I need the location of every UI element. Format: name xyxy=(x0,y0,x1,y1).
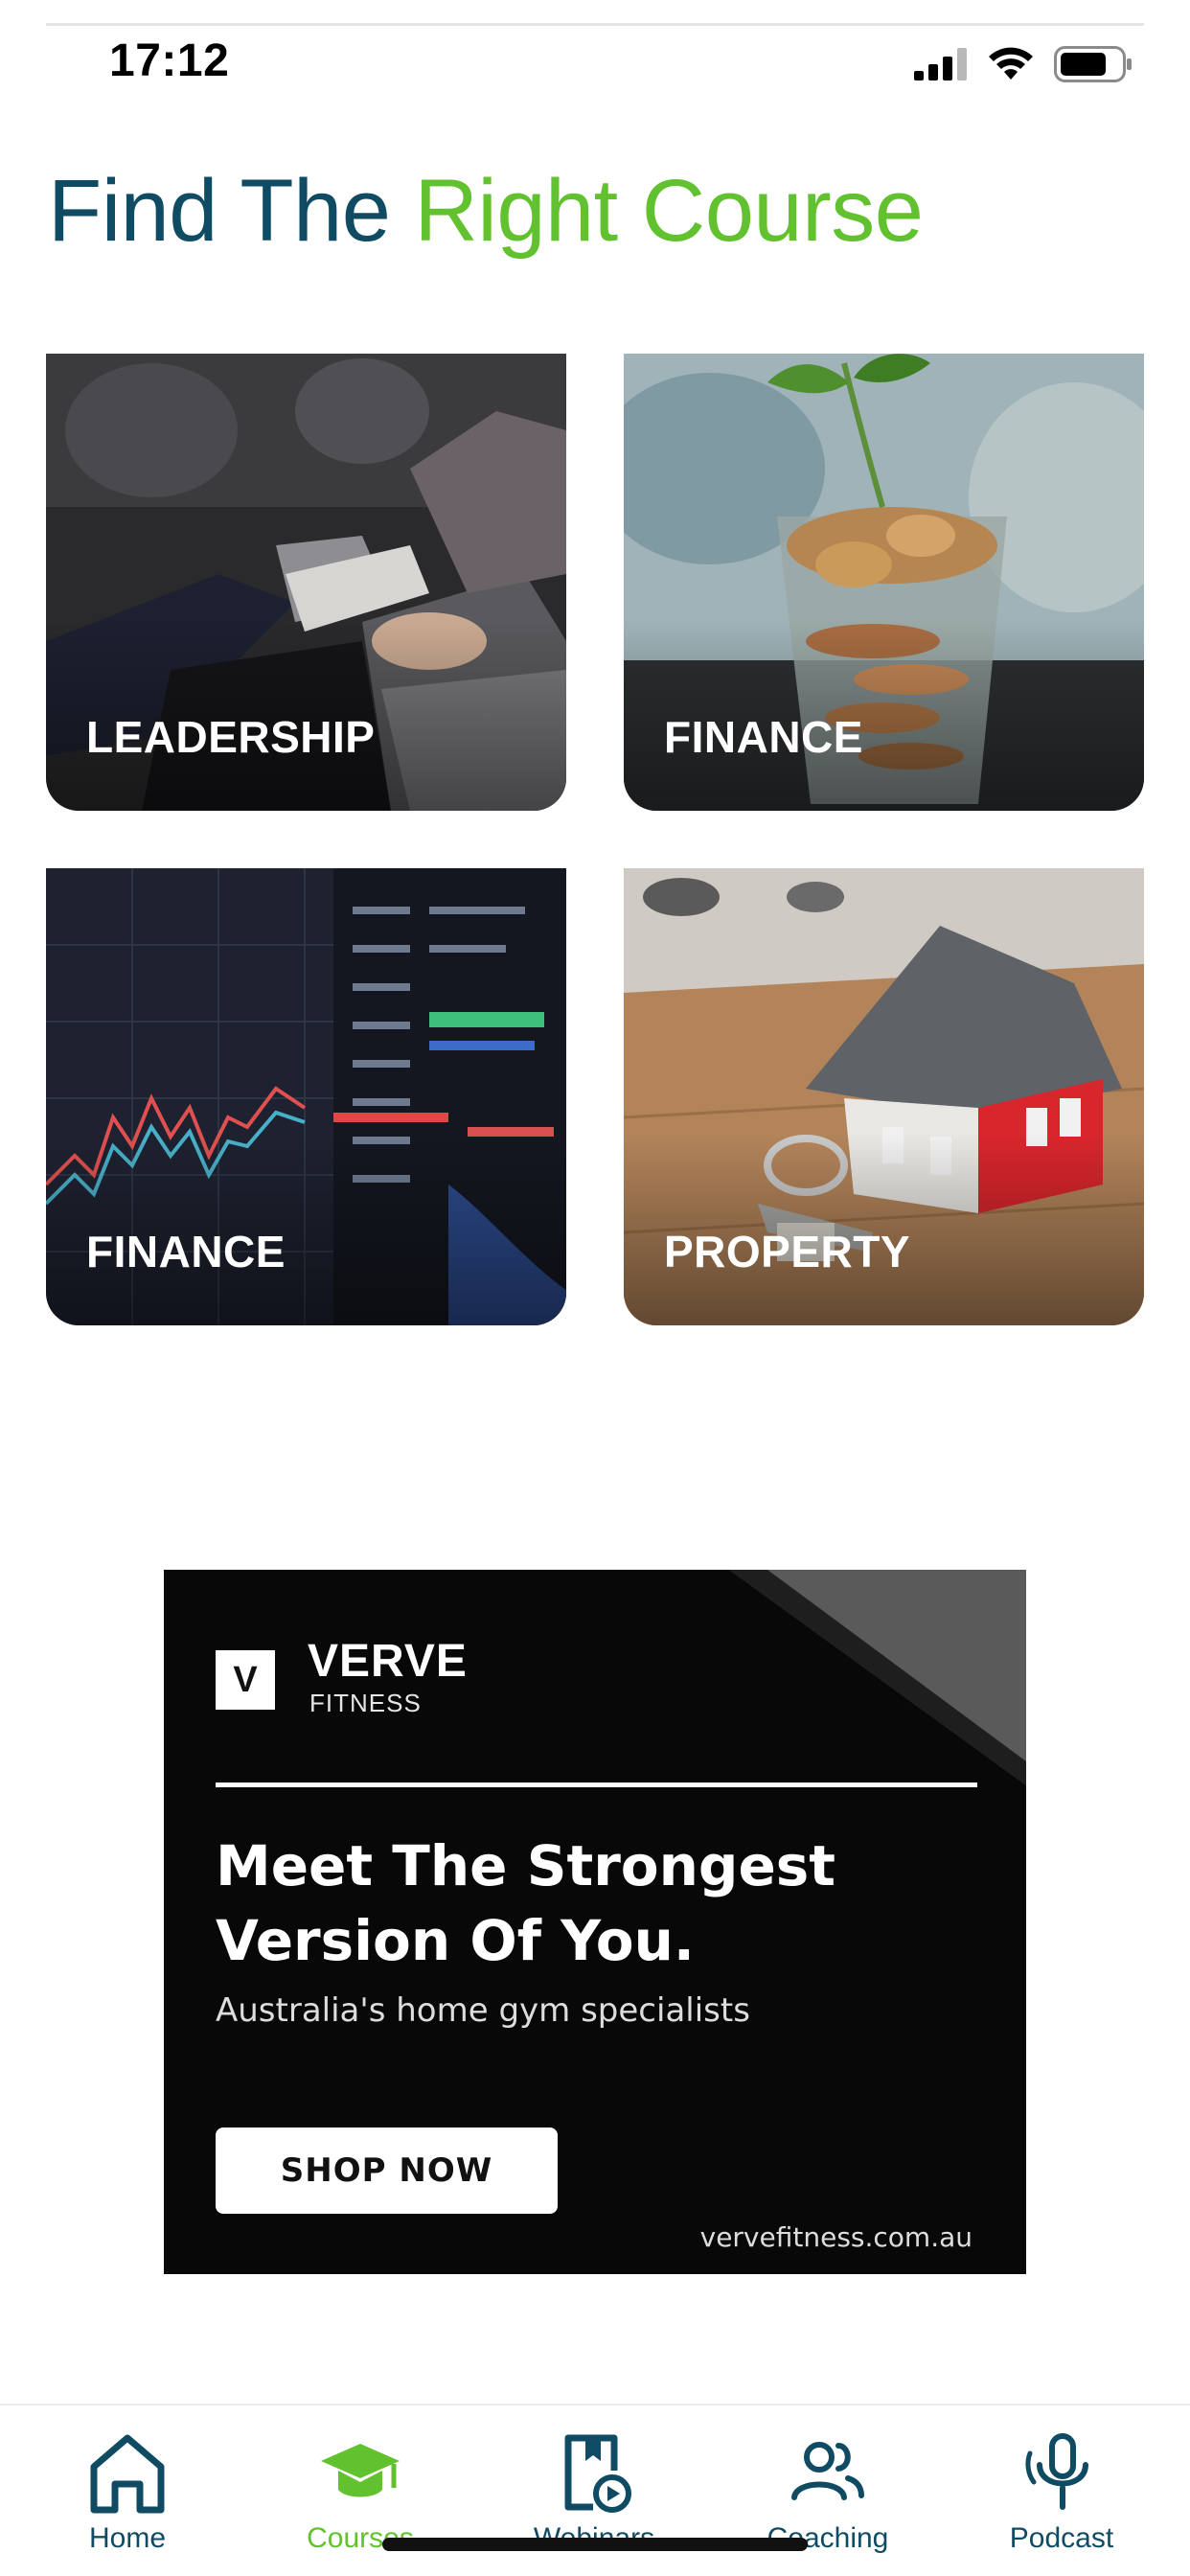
ad-logo: V xyxy=(216,1650,275,1710)
page-title: Find The Right Course xyxy=(48,161,924,262)
tab-home[interactable]: Home xyxy=(32,2428,223,2555)
status-icons xyxy=(914,46,1133,82)
course-tile-label: LEADERSHIP xyxy=(86,712,376,762)
course-tile-finance-markets[interactable]: FINANCE xyxy=(46,868,566,1325)
home-icon xyxy=(90,2434,165,2514)
ad-banner[interactable]: V VERVE FITNESS Meet The Strongest Versi… xyxy=(164,1570,1026,2274)
tab-label: Podcast xyxy=(1009,2522,1114,2554)
ad-headline-line2: Version Of You. xyxy=(216,1908,695,1973)
course-tile-label: PROPERTY xyxy=(664,1227,911,1276)
tab-podcast[interactable]: Podcast xyxy=(966,2428,1157,2555)
course-tile-label: FINANCE xyxy=(86,1227,286,1276)
course-tile-property[interactable]: PROPERTY xyxy=(624,868,1144,1325)
status-bar: 17:12 xyxy=(0,0,1190,115)
status-divider xyxy=(46,23,1144,26)
ad-subtext: Australia's home gym specialists xyxy=(216,1991,750,2030)
ad-brand: VERVE xyxy=(308,1636,468,1687)
ad-corner-decoration xyxy=(729,1570,1026,1785)
cellular-signal-icon xyxy=(914,48,967,80)
tab-courses[interactable]: Courses xyxy=(264,2428,456,2555)
ad-divider xyxy=(216,1782,977,1787)
battery-icon xyxy=(1054,46,1132,82)
tab-webinars[interactable]: Webinars xyxy=(498,2428,690,2555)
course-tile-leadership[interactable]: LEADERSHIP xyxy=(46,354,566,811)
ad-url: vervefitness.com.au xyxy=(699,2221,973,2253)
page-title-accent: Right Course xyxy=(414,162,924,260)
course-tile-finance[interactable]: FINANCE xyxy=(624,354,1144,811)
page-title-primary: Find The xyxy=(48,162,391,260)
graduation-cap-icon xyxy=(321,2444,400,2497)
tab-coaching[interactable]: Coaching xyxy=(732,2428,924,2555)
shop-now-button[interactable]: SHOP NOW xyxy=(216,2128,558,2214)
tab-label: Home xyxy=(88,2522,167,2554)
webinar-play-icon xyxy=(564,2434,631,2513)
course-tile-label: FINANCE xyxy=(664,712,863,762)
ad-brand-sub: FITNESS xyxy=(309,1689,422,1717)
people-icon xyxy=(791,2442,864,2500)
ad-headline: Meet The Strongest Version Of You. xyxy=(216,1828,982,1978)
wifi-icon xyxy=(989,47,1033,80)
status-time: 17:12 xyxy=(109,35,230,86)
microphone-icon xyxy=(1025,2433,1088,2510)
home-indicator xyxy=(382,2538,808,2551)
ad-headline-line1: Meet The Strongest xyxy=(216,1833,836,1898)
